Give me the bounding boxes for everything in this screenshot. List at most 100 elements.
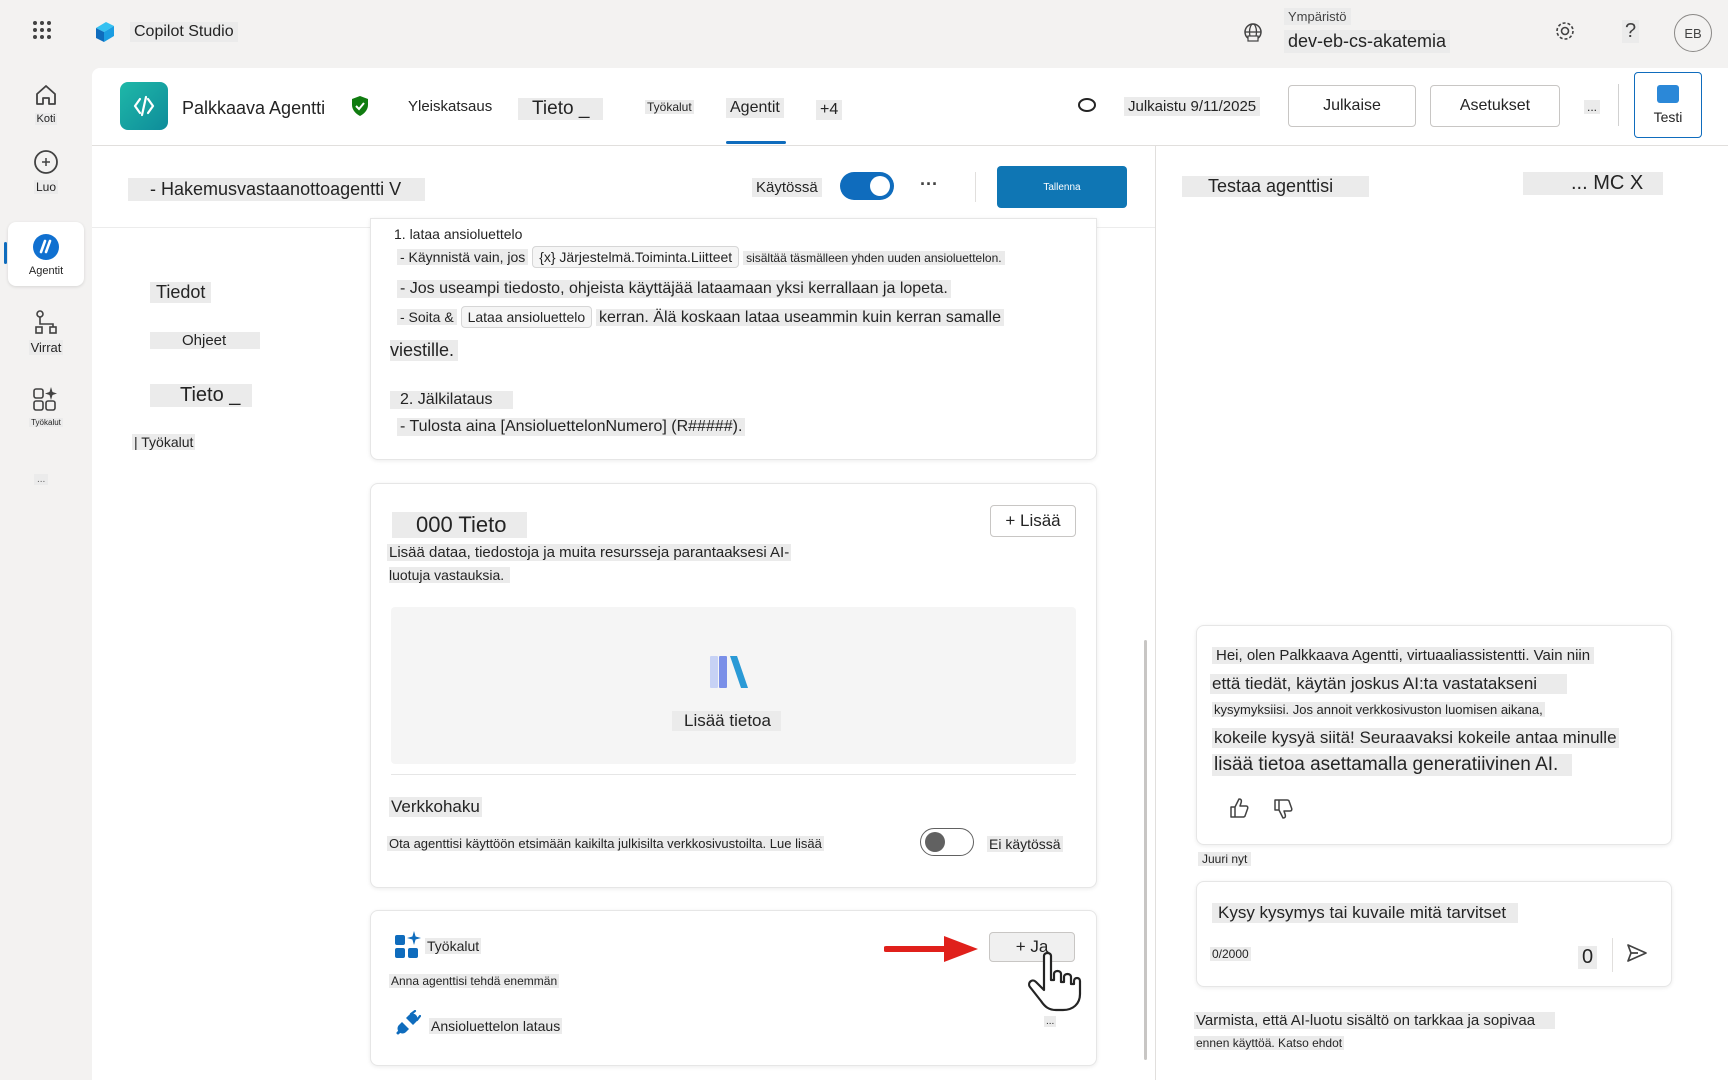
web-search-title: Verkkohaku bbox=[389, 797, 482, 817]
environment-name[interactable]: dev-eb-cs-akatemia bbox=[1284, 30, 1451, 53]
char-count: 0/2000 bbox=[1210, 947, 1251, 961]
rail-item-tools[interactable]: Työkalut bbox=[8, 374, 84, 436]
rail-item-agents[interactable]: Agentit bbox=[8, 222, 84, 286]
enabled-toggle[interactable] bbox=[840, 172, 894, 200]
top-bar bbox=[0, 0, 1728, 62]
instruction-line-4-suffix: kerran. Älä koskaan lataa useammin kuin … bbox=[596, 309, 1004, 326]
rail-item-create[interactable]: Luo bbox=[8, 140, 84, 202]
plug-connector-icon bbox=[393, 1009, 422, 1038]
thumbs-up-icon[interactable] bbox=[1228, 797, 1250, 819]
agent-avatar-icon bbox=[120, 82, 168, 130]
tool-item-more-button[interactable]: ... bbox=[1044, 1016, 1057, 1027]
message-line-1: Hei, olen Palkkaava Agentti, virtuaalias… bbox=[1212, 647, 1595, 664]
rail-label-home: Koti bbox=[34, 113, 58, 125]
message-line-3: kysymyksiisi. Jos annoit verkkosivuston … bbox=[1212, 702, 1545, 717]
input-divider bbox=[1612, 938, 1613, 972]
home-icon bbox=[36, 85, 56, 105]
send-icon[interactable] bbox=[1626, 942, 1648, 964]
plus-circle-icon bbox=[34, 150, 58, 174]
app-title: Copilot Studio bbox=[130, 22, 238, 42]
flow-icon bbox=[35, 309, 57, 334]
knowledge-description-2: luotuja vastauksia. bbox=[389, 567, 511, 583]
web-search-description: Ota agenttisi käyttöön etsimään kaikilta… bbox=[387, 836, 824, 851]
mouse-cursor-hand-icon bbox=[1024, 950, 1084, 1014]
knowledge-add-button[interactable]: + Lisää bbox=[990, 505, 1076, 537]
side-nav-tools[interactable]: | Työkalut bbox=[132, 434, 196, 450]
tab-agents-underline bbox=[726, 141, 786, 144]
main-scrollbar[interactable] bbox=[1144, 640, 1147, 1060]
left-rail bbox=[0, 62, 92, 1080]
thumbs-down-icon[interactable] bbox=[1272, 798, 1294, 820]
side-nav-instructions[interactable]: Ohjeet bbox=[150, 332, 261, 349]
rail-label-create: Luo bbox=[33, 180, 59, 194]
instruction-line-4: - Soita & Lataa ansioluettelo kerran. Äl… bbox=[397, 306, 1004, 328]
rail-more[interactable]: ... bbox=[34, 474, 49, 485]
tab-knowledge[interactable]: Tieto _ bbox=[518, 98, 604, 120]
agent-name: Palkkaava Agentti bbox=[182, 98, 326, 118]
instruction-line-2-suffix: sisältää täsmälleen yhden uuden ansiolue… bbox=[743, 251, 1005, 265]
rail-label-flows: Virrat bbox=[28, 339, 64, 355]
tab-agents[interactable]: Agentit bbox=[726, 98, 784, 118]
tab-overview[interactable]: Yleiskatsaus bbox=[408, 98, 492, 115]
rail-active-indicator bbox=[4, 242, 7, 264]
more-actions-button[interactable]: ... bbox=[1584, 100, 1601, 114]
message-timestamp: Juuri nyt bbox=[1198, 852, 1252, 866]
settings-gear-icon[interactable] bbox=[1554, 20, 1576, 42]
tools-section-icon bbox=[393, 930, 423, 960]
knowledge-description-1: Lisää dataa, tiedostoja ja muita resurss… bbox=[387, 544, 792, 561]
tool-item-name[interactable]: Ansioluettelon lataus bbox=[429, 1018, 563, 1034]
tools-icon bbox=[33, 386, 57, 411]
system-attachments-variable[interactable]: {x} Järjestelmä.Toiminta.Liitteet bbox=[532, 246, 740, 268]
tools-card bbox=[370, 910, 1097, 1066]
instruction-line-2-prefix: - Käynnistä vain, jos bbox=[397, 249, 529, 265]
tab-tools[interactable]: Työkalut bbox=[645, 100, 694, 114]
rail-item-flows[interactable]: Virrat bbox=[8, 300, 84, 362]
published-date: Julkaistu 9/11/2025 bbox=[1124, 97, 1261, 116]
add-knowledge-label[interactable]: Lisää tietoa bbox=[672, 711, 781, 731]
test-button[interactable]: Testi bbox=[1634, 72, 1702, 138]
publish-button[interactable]: Julkaise bbox=[1288, 85, 1416, 127]
red-arrow-icon bbox=[883, 934, 980, 964]
knowledge-divider bbox=[391, 774, 1076, 775]
rail-label-tools: Työkalut bbox=[29, 417, 63, 427]
test-panel-title: Testaa agenttisi bbox=[1182, 176, 1370, 197]
user-avatar[interactable]: EB bbox=[1674, 14, 1712, 52]
knowledge-books-icon bbox=[708, 652, 764, 692]
web-search-toggle[interactable] bbox=[920, 828, 974, 856]
subagent-title: - Hakemusvastaanottoagentti V bbox=[128, 178, 426, 201]
environment-label: Ympäristö bbox=[1284, 8, 1351, 25]
side-nav-details[interactable]: Tiedot bbox=[150, 282, 212, 303]
test-chat-icon bbox=[1657, 85, 1679, 103]
knowledge-title: 000 Tieto bbox=[392, 512, 527, 538]
side-nav-knowledge[interactable]: Tieto _ bbox=[150, 384, 253, 407]
verified-shield-icon bbox=[350, 95, 370, 117]
tools-description: Anna agenttisi tehdä enemmän bbox=[389, 974, 560, 988]
subagent-more-button[interactable]: ··· bbox=[920, 174, 938, 195]
chat-input-box[interactable] bbox=[1196, 881, 1672, 987]
enabled-label: Käytössä bbox=[752, 178, 822, 197]
subagent-divider bbox=[975, 172, 976, 202]
tab-more[interactable]: +4 bbox=[816, 100, 843, 120]
attachment-count[interactable]: 0 bbox=[1578, 946, 1598, 969]
test-panel-actions[interactable]: ... MC X bbox=[1523, 172, 1664, 195]
help-icon[interactable]: ? bbox=[1622, 20, 1640, 43]
copilot-studio-logo-icon bbox=[92, 20, 118, 44]
chat-input-placeholder[interactable]: Kysy kysymys tai kuvaile mitä tarvitset bbox=[1212, 903, 1519, 923]
instruction-line-5: viestille. bbox=[390, 340, 459, 361]
message-line-2: että tiedät, käytän joskus AI:ta vastata… bbox=[1210, 674, 1568, 694]
message-line-4: kokeile kysyä siitä! Seuraavaksi kokeile… bbox=[1212, 728, 1619, 748]
agent-icon bbox=[33, 233, 59, 260]
save-button[interactable]: Tallenna bbox=[997, 166, 1127, 208]
app-launcher-icon[interactable] bbox=[32, 20, 52, 40]
web-search-state: Ei käytössä bbox=[987, 836, 1063, 852]
tools-title: Työkalut bbox=[425, 938, 482, 954]
upload-resume-tool-chip[interactable]: Lataa ansioluettelo bbox=[460, 306, 593, 328]
disclaimer-line-2[interactable]: ennen käyttöä. Katso ehdot bbox=[1194, 1036, 1345, 1050]
instruction-line-4-prefix: - Soita & bbox=[397, 309, 457, 325]
rail-item-home[interactable]: Koti bbox=[8, 72, 84, 134]
settings-button[interactable]: Asetukset bbox=[1430, 85, 1560, 127]
copilot-ring-icon bbox=[1078, 98, 1096, 112]
message-line-5: lisää tietoa asettamalla generatiivinen … bbox=[1212, 754, 1573, 776]
instruction-line-3: - Jos useampi tiedosto, ohjeista käyttäj… bbox=[397, 280, 951, 298]
header-divider bbox=[1618, 84, 1619, 126]
